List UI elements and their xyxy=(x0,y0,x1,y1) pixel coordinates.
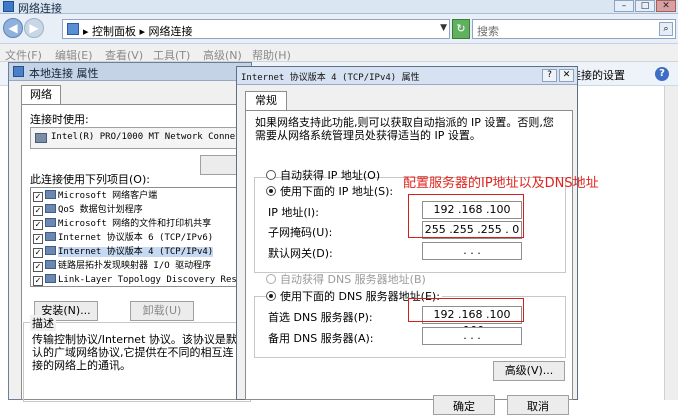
ip-highlight-box xyxy=(408,194,524,238)
list-item[interactable]: ✓ Link-Layer Topology Discovery Res xyxy=(33,274,237,286)
local-connection-properties-dialog: 本地连接 属性 网络 连接时使用: Intel(R) PRO/1000 MT N… xyxy=(8,62,252,402)
auto-ip-radio[interactable]: 自动获得 IP 地址(O) xyxy=(266,167,380,183)
alternate-dns-field[interactable]: . . . xyxy=(422,327,522,345)
checkbox[interactable]: ✓ xyxy=(33,220,43,230)
description-title: 描述 xyxy=(30,315,56,331)
window-controls: – □ ✕ xyxy=(614,0,676,13)
close-button[interactable]: ✕ xyxy=(656,0,676,12)
menu-help[interactable]: 帮助(H) xyxy=(252,47,291,63)
network-folder-icon xyxy=(3,1,14,12)
menu-file[interactable]: 文件(F) xyxy=(5,47,42,63)
list-item[interactable]: ✓ Internet 协议版本 6 (TCP/IPv6) xyxy=(33,232,213,245)
alternate-dns-label: 备用 DNS 服务器(A): xyxy=(268,332,374,345)
intro-text: 如果网络支持此功能,则可以获取自动指派的 IP 设置。否则,您需要从网络系统管理… xyxy=(255,116,554,142)
ipv4-titlebar: Internet 协议版本 4 (TCP/IPv4) 属性 ? ✕ xyxy=(237,67,577,85)
ipv4-panel: 如果网络支持此功能,则可以获取自动指派的 IP 设置。否则,您需要从网络系统管理… xyxy=(245,110,573,400)
list-item[interactable]: ✓ QoS 数据包计划程序 xyxy=(33,204,143,217)
menu-advanced[interactable]: 高级(N) xyxy=(203,47,242,63)
items-label: 此连接使用下列项目(O): xyxy=(30,173,150,186)
subnet-mask-label: 子网掩码(U): xyxy=(268,226,333,239)
protocol-icon xyxy=(45,232,56,241)
protocol-icon xyxy=(45,260,56,269)
manual-ip-radio[interactable]: 使用下面的 IP 地址(S): xyxy=(266,183,396,199)
address-bar: ◀ ▶ ▸ 控制面板 ▸ 网络连接 ▼ ↻ 搜索 ⌕ xyxy=(0,14,678,44)
dns-highlight-box xyxy=(408,298,524,322)
refresh-button[interactable]: ↻ xyxy=(452,19,470,39)
help-button[interactable]: ? xyxy=(542,69,557,82)
control-panel-icon xyxy=(67,23,79,35)
search-input[interactable]: 搜索 ⌕ xyxy=(472,19,676,39)
list-item[interactable]: ✓ Microsoft 网络的文件和打印机共享 xyxy=(33,218,211,231)
maximize-button[interactable]: □ xyxy=(635,0,655,12)
menu-tools[interactable]: 工具(T) xyxy=(153,47,190,63)
address-input[interactable]: ▸ 控制面板 ▸ 网络连接 ▼ xyxy=(62,19,450,39)
forward-button[interactable]: ▶ xyxy=(24,18,44,38)
list-item-ipv4[interactable]: ✓ Internet 协议版本 4 (TCP/IPv4) xyxy=(33,246,214,259)
protocol-icon xyxy=(45,246,56,255)
radio-icon xyxy=(266,291,276,301)
connect-using-label: 连接时使用: xyxy=(30,113,89,126)
uninstall-button[interactable]: 卸载(U) xyxy=(130,301,194,321)
search-icon[interactable]: ⌕ xyxy=(659,22,673,36)
radio-icon xyxy=(266,186,276,196)
adapter-field: Intel(R) PRO/1000 MT Network Connec xyxy=(30,127,252,149)
description-text: 传输控制协议/Internet 协议。该协议是默认的广域网络协议,它提供在不同的… xyxy=(32,333,237,372)
tab-network[interactable]: 网络 xyxy=(21,85,61,105)
scrollbar[interactable] xyxy=(664,86,678,400)
service-icon xyxy=(45,204,56,213)
description-group: 描述 传输控制协议/Internet 协议。该协议是默认的广域网络协议,它提供在… xyxy=(23,315,251,402)
preferred-dns-label: 首选 DNS 服务器(P): xyxy=(268,311,373,324)
items-list[interactable]: ✓ Microsoft 网络客户端 ✓ QoS 数据包计划程序 ✓ Microsoft… xyxy=(30,187,252,287)
breadcrumb: ▸ 控制面板 ▸ 网络连接 xyxy=(83,25,193,38)
menu-view[interactable]: 查看(V) xyxy=(105,47,143,63)
props-title: 本地连接 属性 xyxy=(29,67,99,80)
help-icon[interactable]: ? xyxy=(655,67,669,81)
checkbox[interactable]: ✓ xyxy=(33,192,43,202)
props-titlebar: 本地连接 属性 xyxy=(9,63,251,81)
annotation-text: 配置服务器的IP地址以及DNS地址 xyxy=(403,176,599,191)
menu-bar: 文件(F) 编辑(E) 查看(V) 工具(T) 高级(N) 帮助(H) xyxy=(0,44,678,62)
checkbox[interactable]: ✓ xyxy=(33,234,43,244)
connection-settings-link[interactable]: 连接的设置 xyxy=(570,67,625,83)
protocol-icon xyxy=(45,274,56,283)
search-placeholder: 搜索 xyxy=(477,25,499,38)
cancel-button[interactable]: 取消 xyxy=(507,395,569,415)
minimize-button[interactable]: – xyxy=(614,0,634,12)
radio-icon xyxy=(266,170,276,180)
adapter-name: Intel(R) PRO/1000 MT Network Connec xyxy=(51,132,241,142)
ip-address-label: IP 地址(I): xyxy=(268,206,319,219)
tab-general[interactable]: 常规 xyxy=(245,91,287,111)
advanced-button[interactable]: 高级(V)... xyxy=(493,361,565,381)
checkbox[interactable]: ✓ xyxy=(33,206,43,216)
checkbox[interactable]: ✓ xyxy=(33,262,43,272)
list-item[interactable]: ✓ 链路层拓扑发现映射器 I/O 驱动程序 xyxy=(33,260,211,273)
checkbox[interactable]: ✓ xyxy=(33,276,43,286)
gateway-field[interactable]: . . . xyxy=(422,242,522,260)
client-icon xyxy=(45,190,56,199)
auto-dns-radio[interactable]: 自动获得 DNS 服务器地址(B) xyxy=(266,271,426,287)
menu-edit[interactable]: 编辑(E) xyxy=(55,47,93,63)
chevron-down-icon[interactable]: ▼ xyxy=(440,23,447,33)
ipv4-title: Internet 协议版本 4 (TCP/IPv4) 属性 xyxy=(241,73,420,83)
checkbox[interactable]: ✓ xyxy=(33,248,43,258)
ipv4-properties-dialog: Internet 协议版本 4 (TCP/IPv4) 属性 ? ✕ 常规 如果网… xyxy=(236,66,578,415)
close-button[interactable]: ✕ xyxy=(559,69,574,82)
gateway-label: 默认网关(D): xyxy=(268,247,333,260)
adapter-icon xyxy=(35,133,47,143)
list-item[interactable]: ✓ Microsoft 网络客户端 xyxy=(33,190,157,203)
radio-icon xyxy=(266,274,276,284)
service-icon xyxy=(45,218,56,227)
network-adapter-icon xyxy=(13,66,24,77)
explorer-titlebar: 网络连接 – □ ✕ xyxy=(0,0,678,15)
back-button[interactable]: ◀ xyxy=(3,18,23,38)
ok-button[interactable]: 确定 xyxy=(433,395,495,415)
